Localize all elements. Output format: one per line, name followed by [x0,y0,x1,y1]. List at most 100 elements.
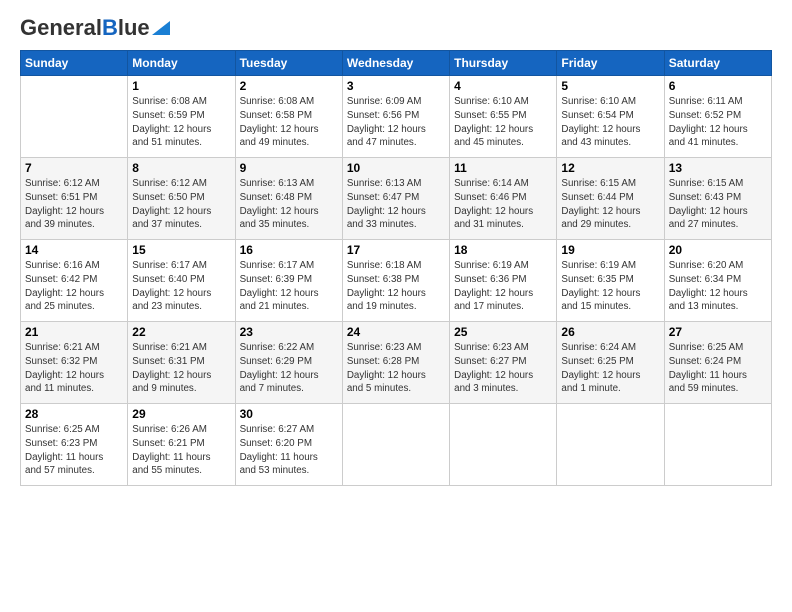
day-info: Sunrise: 6:14 AM Sunset: 6:46 PM Dayligh… [454,177,552,232]
day-info: Sunrise: 6:12 AM Sunset: 6:51 PM Dayligh… [25,177,123,232]
day-number: 8 [132,161,230,175]
logo-text: GeneralBlue [20,16,150,40]
calendar-cell: 4 Sunrise: 6:10 AM Sunset: 6:55 PM Daylig… [450,76,557,158]
day-info: Sunrise: 6:10 AM Sunset: 6:54 PM Dayligh… [561,95,659,150]
day-number: 12 [561,161,659,175]
day-number: 27 [669,325,767,339]
weekday-header: Wednesday [342,51,449,76]
page: GeneralBlue SundayMondayTuesdayWednesday… [0,0,792,612]
calendar-cell: 17 Sunrise: 6:18 AM Sunset: 6:38 PM Dayli… [342,240,449,322]
calendar-cell [557,404,664,486]
calendar-cell: 30 Sunrise: 6:27 AM Sunset: 6:20 PM Dayli… [235,404,342,486]
calendar-cell: 5 Sunrise: 6:10 AM Sunset: 6:54 PM Daylig… [557,76,664,158]
calendar-cell: 7 Sunrise: 6:12 AM Sunset: 6:51 PM Daylig… [21,158,128,240]
day-number: 19 [561,243,659,257]
calendar-cell: 10 Sunrise: 6:13 AM Sunset: 6:47 PM Dayli… [342,158,449,240]
day-info: Sunrise: 6:15 AM Sunset: 6:44 PM Dayligh… [561,177,659,232]
day-info: Sunrise: 6:24 AM Sunset: 6:25 PM Dayligh… [561,341,659,396]
day-info: Sunrise: 6:19 AM Sunset: 6:36 PM Dayligh… [454,259,552,314]
calendar-cell: 23 Sunrise: 6:22 AM Sunset: 6:29 PM Dayli… [235,322,342,404]
day-number: 17 [347,243,445,257]
logo: GeneralBlue [20,16,170,40]
day-info: Sunrise: 6:18 AM Sunset: 6:38 PM Dayligh… [347,259,445,314]
weekday-header: Sunday [21,51,128,76]
calendar-cell: 9Sunrise: 6:13 AM Sunset: 6:48 PM Daylig… [235,158,342,240]
calendar-cell [21,76,128,158]
day-info: Sunrise: 6:13 AM Sunset: 6:48 PM Dayligh… [240,177,338,232]
day-number: 5 [561,79,659,93]
day-info: Sunrise: 6:15 AM Sunset: 6:43 PM Dayligh… [669,177,767,232]
day-number: 29 [132,407,230,421]
day-number: 26 [561,325,659,339]
calendar-cell: 27 Sunrise: 6:25 AM Sunset: 6:24 PM Dayli… [664,322,771,404]
day-info: Sunrise: 6:08 AM Sunset: 6:59 PM Dayligh… [132,95,230,150]
day-number: 23 [240,325,338,339]
header: GeneralBlue [20,16,772,40]
day-number: 24 [347,325,445,339]
calendar-cell: 13Sunrise: 6:15 AM Sunset: 6:43 PM Dayli… [664,158,771,240]
day-info: Sunrise: 6:17 AM Sunset: 6:39 PM Dayligh… [240,259,338,314]
day-number: 1 [132,79,230,93]
calendar-cell [342,404,449,486]
day-info: Sunrise: 6:10 AM Sunset: 6:55 PM Dayligh… [454,95,552,150]
calendar-cell: 6Sunrise: 6:11 AM Sunset: 6:52 PM Daylig… [664,76,771,158]
logo-icon [152,21,170,35]
day-info: Sunrise: 6:11 AM Sunset: 6:52 PM Dayligh… [669,95,767,150]
day-info: Sunrise: 6:09 AM Sunset: 6:56 PM Dayligh… [347,95,445,150]
day-info: Sunrise: 6:21 AM Sunset: 6:31 PM Dayligh… [132,341,230,396]
calendar-cell: 1 Sunrise: 6:08 AM Sunset: 6:59 PM Daylig… [128,76,235,158]
day-number: 21 [25,325,123,339]
calendar-cell: 3 Sunrise: 6:09 AM Sunset: 6:56 PM Daylig… [342,76,449,158]
calendar-cell: 18 Sunrise: 6:19 AM Sunset: 6:36 PM Dayli… [450,240,557,322]
weekday-header: Saturday [664,51,771,76]
calendar-cell: 26 Sunrise: 6:24 AM Sunset: 6:25 PM Dayli… [557,322,664,404]
calendar-cell: 16 Sunrise: 6:17 AM Sunset: 6:39 PM Dayli… [235,240,342,322]
day-info: Sunrise: 6:19 AM Sunset: 6:35 PM Dayligh… [561,259,659,314]
weekday-header: Thursday [450,51,557,76]
day-number: 3 [347,79,445,93]
weekday-header: Friday [557,51,664,76]
calendar-cell: 29 Sunrise: 6:26 AM Sunset: 6:21 PM Dayli… [128,404,235,486]
day-info: Sunrise: 6:25 AM Sunset: 6:23 PM Dayligh… [25,423,123,478]
day-info: Sunrise: 6:08 AM Sunset: 6:58 PM Dayligh… [240,95,338,150]
day-info: Sunrise: 6:16 AM Sunset: 6:42 PM Dayligh… [25,259,123,314]
day-info: Sunrise: 6:17 AM Sunset: 6:40 PM Dayligh… [132,259,230,314]
calendar-cell: 21 Sunrise: 6:21 AM Sunset: 6:32 PM Dayli… [21,322,128,404]
day-number: 16 [240,243,338,257]
day-number: 30 [240,407,338,421]
calendar-cell: 22Sunrise: 6:21 AM Sunset: 6:31 PM Dayli… [128,322,235,404]
weekday-header: Monday [128,51,235,76]
day-info: Sunrise: 6:26 AM Sunset: 6:21 PM Dayligh… [132,423,230,478]
day-number: 15 [132,243,230,257]
calendar-cell: 19 Sunrise: 6:19 AM Sunset: 6:35 PM Dayli… [557,240,664,322]
calendar-cell: 28 Sunrise: 6:25 AM Sunset: 6:23 PM Dayli… [21,404,128,486]
day-number: 11 [454,161,552,175]
day-number: 25 [454,325,552,339]
day-info: Sunrise: 6:25 AM Sunset: 6:24 PM Dayligh… [669,341,767,396]
calendar-cell: 11 Sunrise: 6:14 AM Sunset: 6:46 PM Dayli… [450,158,557,240]
day-number: 14 [25,243,123,257]
calendar-cell: 20Sunrise: 6:20 AM Sunset: 6:34 PM Dayli… [664,240,771,322]
calendar-cell: 24 Sunrise: 6:23 AM Sunset: 6:28 PM Dayli… [342,322,449,404]
day-info: Sunrise: 6:23 AM Sunset: 6:28 PM Dayligh… [347,341,445,396]
calendar-cell: 14 Sunrise: 6:16 AM Sunset: 6:42 PM Dayli… [21,240,128,322]
calendar-cell: 2 Sunrise: 6:08 AM Sunset: 6:58 PM Daylig… [235,76,342,158]
day-info: Sunrise: 6:27 AM Sunset: 6:20 PM Dayligh… [240,423,338,478]
day-number: 7 [25,161,123,175]
day-info: Sunrise: 6:21 AM Sunset: 6:32 PM Dayligh… [25,341,123,396]
day-number: 18 [454,243,552,257]
day-number: 2 [240,79,338,93]
day-info: Sunrise: 6:22 AM Sunset: 6:29 PM Dayligh… [240,341,338,396]
day-info: Sunrise: 6:13 AM Sunset: 6:47 PM Dayligh… [347,177,445,232]
weekday-header: Tuesday [235,51,342,76]
day-number: 10 [347,161,445,175]
calendar-cell: 15 Sunrise: 6:17 AM Sunset: 6:40 PM Dayli… [128,240,235,322]
calendar-cell: 8Sunrise: 6:12 AM Sunset: 6:50 PM Daylig… [128,158,235,240]
calendar-cell [450,404,557,486]
day-number: 28 [25,407,123,421]
day-info: Sunrise: 6:23 AM Sunset: 6:27 PM Dayligh… [454,341,552,396]
calendar-table: SundayMondayTuesdayWednesdayThursdayFrid… [20,50,772,486]
day-number: 4 [454,79,552,93]
calendar-cell [664,404,771,486]
day-number: 20 [669,243,767,257]
